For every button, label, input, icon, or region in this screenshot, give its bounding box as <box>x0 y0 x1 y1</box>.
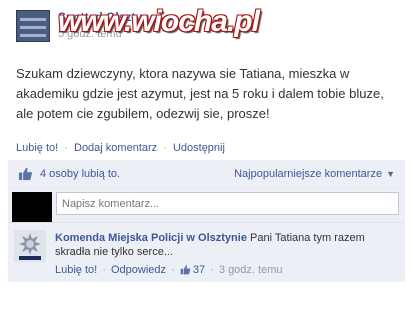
user-avatar <box>12 192 52 222</box>
page-bottom <box>0 282 413 322</box>
thumbs-up-icon <box>18 167 32 181</box>
separator: · <box>64 142 68 154</box>
comment-timestamp[interactable]: 3 godz. temu <box>219 264 283 276</box>
post-header: Spotted Olsztyn 5 godz. temu www.wiocha.… <box>0 0 413 52</box>
comment-composer <box>8 189 405 223</box>
separator: · <box>102 264 106 276</box>
page-avatar[interactable] <box>16 10 50 42</box>
likes-row: 4 osoby lubią to. Najpopularniejsze kome… <box>8 160 405 188</box>
separator: · <box>163 142 167 154</box>
comment-sort-dropdown[interactable]: Najpopularniejsze komentarze ▼ <box>234 168 395 180</box>
comment-meta: Lubię to! · Odpowiedz · 37 · 3 godz. tem… <box>55 264 282 276</box>
likes-count[interactable]: 4 osoby lubią to. <box>40 168 120 180</box>
post-actions: Lubię to! · Dodaj komentarz · Udostępnij <box>16 142 225 154</box>
police-badge-avatar[interactable] <box>14 230 46 262</box>
like-link[interactable]: Lubię to! <box>16 142 58 154</box>
share-link[interactable]: Udostępnij <box>173 142 225 154</box>
comment-body: Komenda Miejska Policji w Olsztynie Pani… <box>55 231 399 259</box>
reply-link[interactable]: Odpowiedz <box>111 264 166 276</box>
watermark: www.wiocha.pl <box>58 5 260 38</box>
thumbs-up-icon <box>180 265 191 275</box>
comment-item: Komenda Miejska Policji w Olsztynie Pani… <box>8 224 405 279</box>
post-text: Szukam dziewczyny, ktora nazywa sie Tati… <box>16 66 384 121</box>
comment-author[interactable]: Komenda Miejska Policji w Olsztynie <box>55 232 247 244</box>
sort-label: Najpopularniejsze komentarze <box>234 168 383 180</box>
comment-like-count[interactable]: 37 <box>193 264 205 276</box>
comment-input[interactable] <box>56 192 399 215</box>
separator: · <box>210 264 214 276</box>
separator: · <box>171 264 175 276</box>
caret-down-icon: ▼ <box>386 169 395 179</box>
comment-like-link[interactable]: Lubię to! <box>55 264 97 276</box>
add-comment-link[interactable]: Dodaj komentarz <box>74 142 157 154</box>
